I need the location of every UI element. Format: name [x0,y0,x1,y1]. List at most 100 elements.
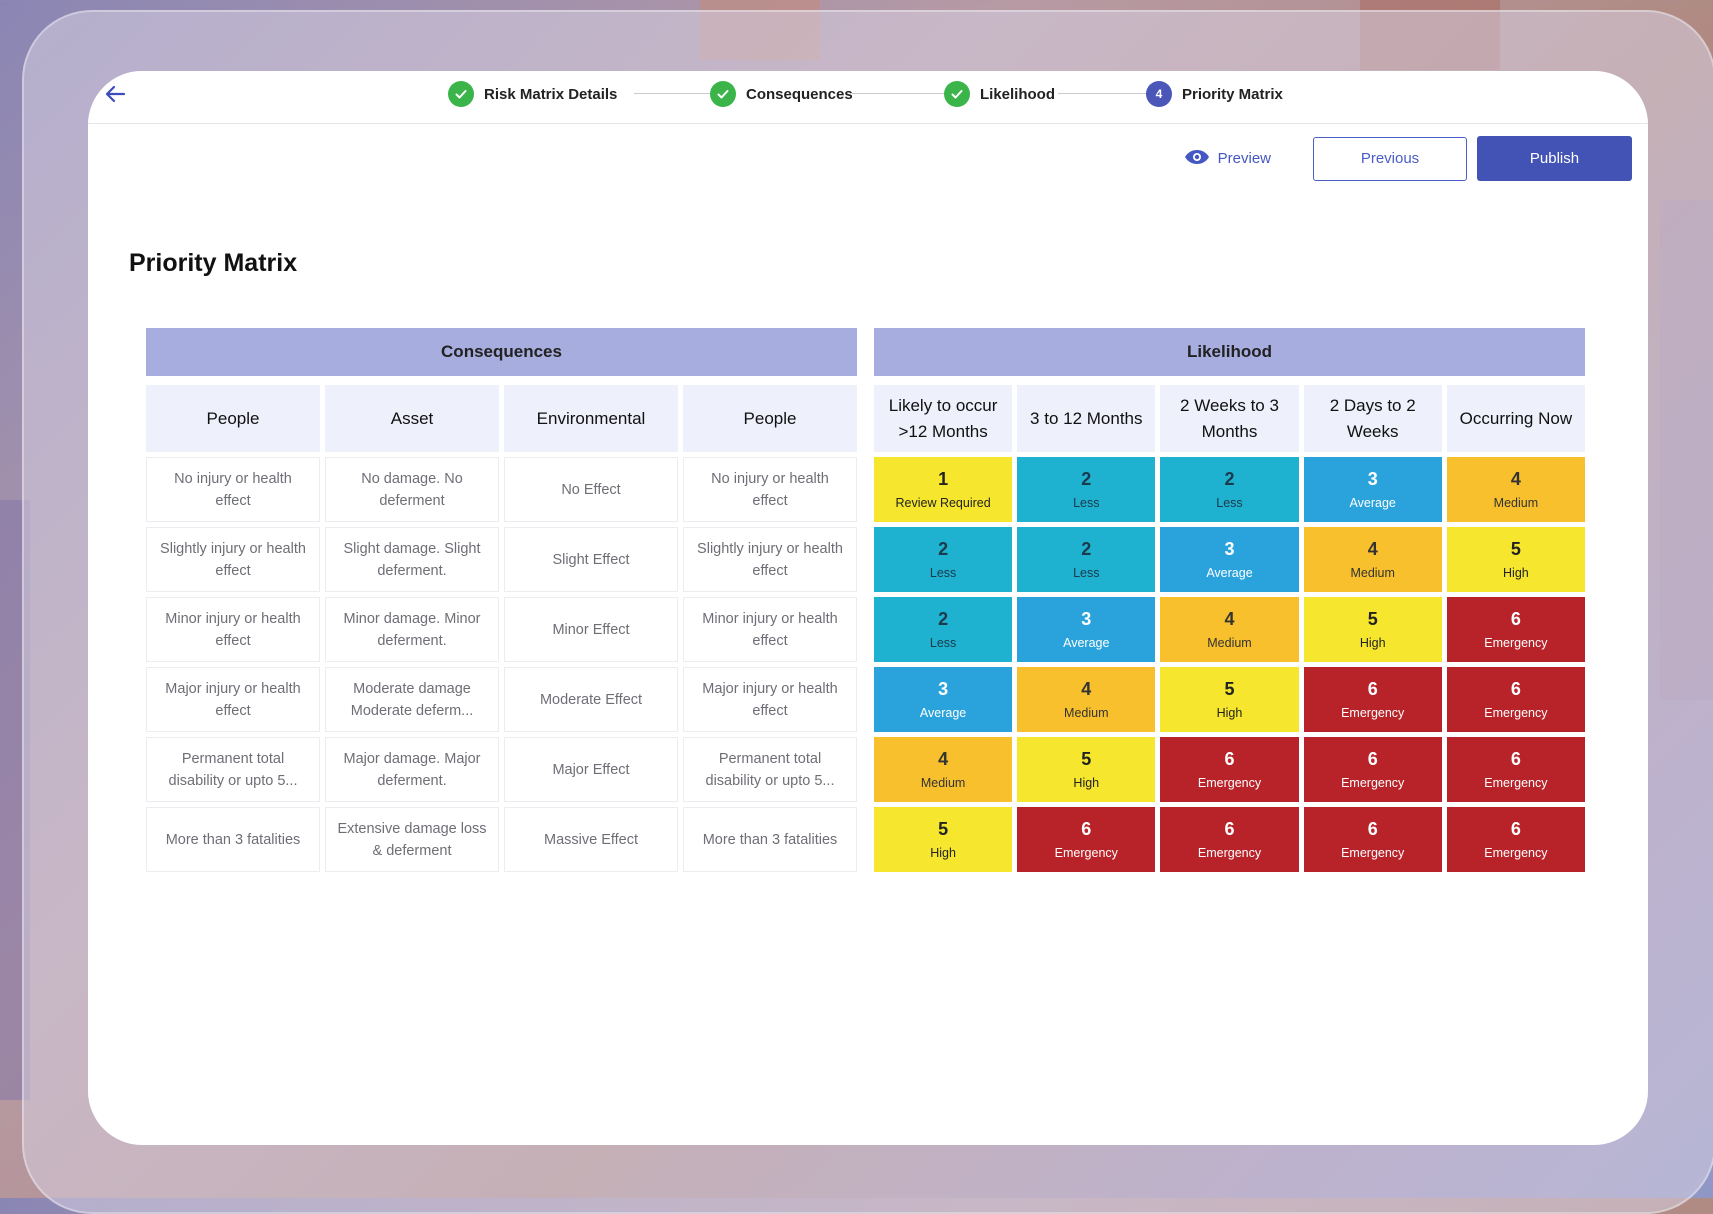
priority-number: 5 [1081,749,1092,769]
priority-cell[interactable]: 4 Medium [1303,527,1442,592]
action-bar: Preview Previous Publish [1184,136,1632,181]
priority-cell[interactable]: 3 Average [1160,527,1299,592]
likelihood-column-header: 2 Days to 2 Weeks [1303,385,1442,452]
step-consequences[interactable]: Consequences [710,81,853,107]
priority-cell[interactable]: 5 High [1446,527,1585,592]
priority-cell[interactable]: 6 Emergency [1017,807,1156,872]
previous-button[interactable]: Previous [1313,136,1467,181]
consequence-cell: Major damage. Major deferment. [325,737,499,802]
priority-cell[interactable]: 2 Less [874,527,1013,592]
priority-level-label: Emergency [1484,636,1548,650]
priority-cell[interactable]: 6 Emergency [1446,667,1585,732]
priority-level-label: Average [919,706,967,720]
page-title: Priority Matrix [129,249,298,277]
priority-cell[interactable]: 2 Less [874,597,1013,662]
priority-cell[interactable]: 2 Less [1160,457,1299,522]
consequence-cell: No Effect [504,457,678,522]
consequence-cell: Permanent total disability or upto 5... [683,737,857,802]
priority-cell[interactable]: 6 Emergency [1303,807,1442,872]
likelihood-panel: Likelihood Likely to occur >12 Months 3 t… [874,328,1585,872]
priority-cell[interactable]: 6 Emergency [1160,807,1299,872]
priority-level-label: Less [929,636,957,650]
consequence-cell: Minor Effect [504,597,678,662]
consequences-header: Consequences [146,328,857,376]
step-connector [852,93,952,94]
step-priority-matrix[interactable]: 4 Priority Matrix [1146,81,1283,107]
priority-level-label: Emergency [1484,706,1548,720]
preview-label: Preview [1217,150,1271,167]
back-arrow-icon[interactable] [104,83,132,111]
likelihood-column-header: Likely to occur >12 Months [874,385,1013,452]
priority-cell[interactable]: 3 Average [1303,457,1442,522]
priority-level-label: Average [1349,496,1396,510]
consequence-cell: Extensive damage loss & deferment [325,807,499,872]
priority-number: 5 [938,819,949,839]
priority-cell[interactable]: 6 Emergency [1160,737,1299,802]
priority-cell[interactable]: 3 Average [874,667,1013,732]
publish-button[interactable]: Publish [1477,136,1632,181]
priority-level-label: Less [1073,496,1100,510]
priority-cell[interactable]: 3 Average [1017,597,1156,662]
check-icon [448,81,474,107]
priority-level-label: Less [929,566,957,580]
priority-number: 6 [1367,819,1378,839]
consequences-panel: Consequences People Asset Environmental Peo… [146,328,857,872]
priority-cell[interactable]: 6 Emergency [1446,807,1585,872]
priority-cell[interactable]: 4 Medium [874,737,1013,802]
consequence-cell: No damage. No deferment [325,457,499,522]
priority-number: 5 [1510,539,1521,559]
consequence-column-header: Environmental [504,385,678,452]
priority-level-label: Review Required [895,496,991,510]
priority-number: 1 [938,469,949,489]
step-risk-matrix-details[interactable]: Risk Matrix Details [448,81,617,107]
priority-number: 6 [1367,679,1378,699]
priority-cell[interactable]: 5 High [1303,597,1442,662]
priority-level-label: Emergency [1197,846,1262,860]
step-connector [634,93,720,94]
stepper-bar: Risk Matrix Details Consequences Likelih… [88,71,1648,124]
likelihood-column-header: Occurring Now [1446,385,1585,452]
priority-cell[interactable]: 5 High [1160,667,1299,732]
priority-number: 6 [1367,749,1378,769]
priority-level-label: Average [1063,636,1110,650]
priority-level-label: Medium [1350,566,1395,580]
priority-number: 4 [1367,539,1378,559]
step-label: Risk Matrix Details [484,85,618,103]
consequence-cell: More than 3 fatalities [683,807,857,872]
priority-number: 6 [1224,749,1235,769]
priority-number: 4 [1510,469,1521,489]
priority-level-label: High [930,846,956,860]
priority-number: 6 [1081,819,1092,839]
priority-cell[interactable]: 6 Emergency [1446,737,1585,802]
consequence-cell: Minor injury or health effect [146,597,320,662]
priority-number: 5 [1224,679,1235,699]
likelihood-column-header: 3 to 12 Months [1017,385,1156,452]
priority-cell[interactable]: 4 Medium [1017,667,1156,732]
consequence-cell: Slightly injury or health effect [146,527,320,592]
priority-level-label: Average [1206,566,1253,580]
priority-number: 2 [938,609,949,629]
priority-cell[interactable]: 6 Emergency [1303,737,1442,802]
priority-cell[interactable]: 6 Emergency [1303,667,1442,732]
consequence-cell: Major injury or health effect [683,667,857,732]
consequence-cell: Moderate damage Moderate deferm... [325,667,499,732]
preview-button[interactable]: Preview [1184,149,1271,169]
priority-level-label: Emergency [1484,776,1548,790]
priority-number: 4 [1224,609,1235,629]
consequence-cell: Major injury or health effect [146,667,320,732]
priority-cell[interactable]: 5 High [1017,737,1156,802]
priority-cell[interactable]: 4 Medium [1446,457,1585,522]
priority-cell[interactable]: 1 Review Required [874,457,1013,522]
priority-number: 6 [1510,749,1521,769]
priority-number: 2 [938,539,949,559]
step-likelihood[interactable]: Likelihood [944,81,1055,107]
priority-cell[interactable]: 2 Less [1017,527,1156,592]
consequences-grid: People Asset Environmental People No injury … [146,385,857,872]
step-label: Likelihood [980,85,1055,103]
priority-number: 6 [1224,819,1235,839]
priority-cell[interactable]: 5 High [874,807,1013,872]
priority-cell[interactable]: 4 Medium [1160,597,1299,662]
priority-level-label: High [1073,776,1100,790]
priority-cell[interactable]: 6 Emergency [1446,597,1585,662]
priority-cell[interactable]: 2 Less [1017,457,1156,522]
